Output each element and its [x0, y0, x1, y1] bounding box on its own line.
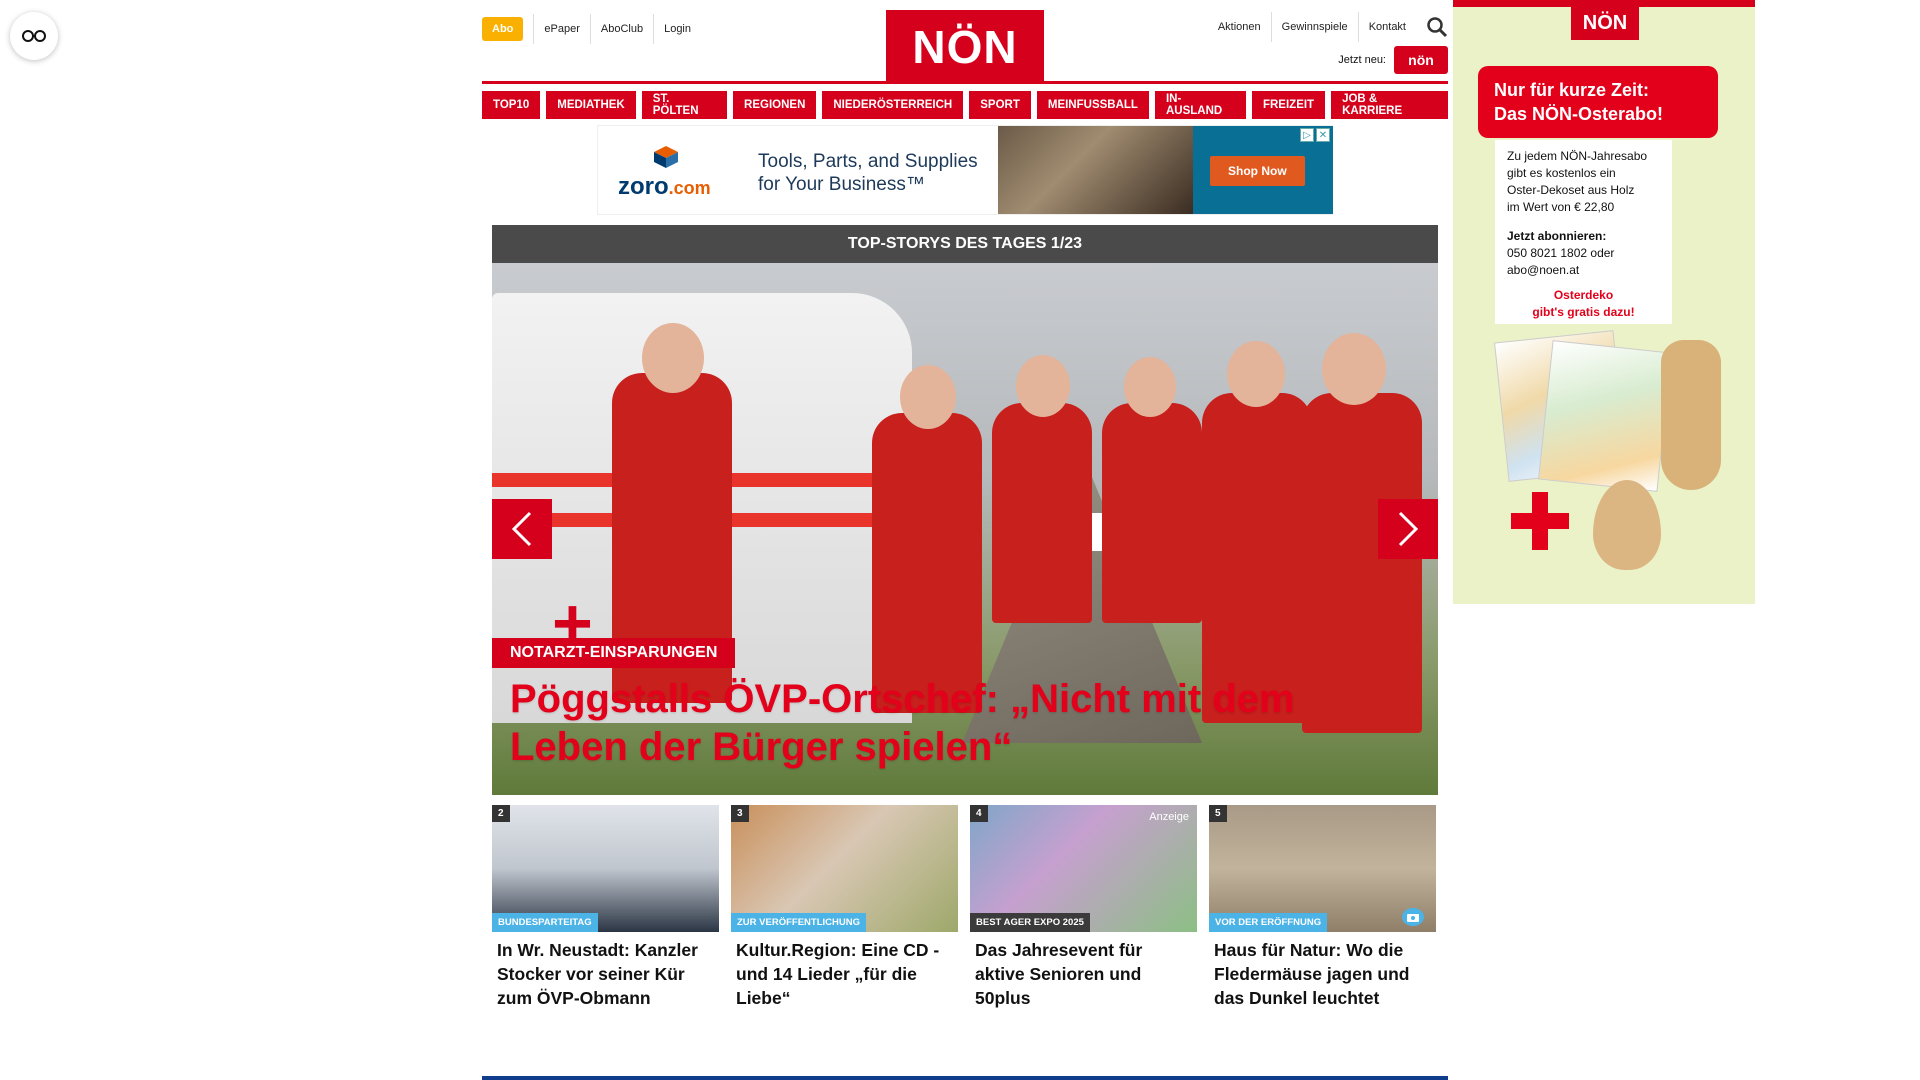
side-ad-phone: 050 8021 1802 oder — [1507, 246, 1615, 260]
magazine-image — [1538, 340, 1672, 492]
nav-item-st-poelten[interactable]: ST. PÖLTEN — [641, 91, 728, 119]
side-ad-osterabo[interactable]: NÖN Nur für kurze Zeit: Das NÖN-Osterabo… — [1453, 0, 1755, 604]
ad-choices[interactable]: ▷ ✕ — [1300, 128, 1330, 142]
teaser-card[interactable]: 4 Anzeige BEST AGER EXPO 2025 Das Jahres… — [970, 805, 1197, 1010]
shop-now-button[interactable]: Shop Now — [1210, 156, 1305, 186]
carousel-prev-button[interactable] — [492, 499, 552, 559]
side-ad-promo-2: gibt's gratis dazu! — [1532, 305, 1635, 319]
teaser-image: 3 ZUR VERÖFFENTLICHUNG — [731, 805, 958, 932]
chevron-right-icon — [1398, 511, 1419, 547]
jetzt-neu: Jetzt neu: nön — [1338, 46, 1448, 74]
teaser-image: 5 VOR DER ERÖFFNUNG — [1209, 805, 1436, 932]
teaser-card[interactable]: 3 ZUR VERÖFFENTLICHUNG Kultur.Region: Ei… — [731, 805, 958, 1010]
gewinnspiele-link[interactable]: Gewinnspiele — [1270, 12, 1358, 42]
hero-story[interactable]: + NOTARZT-EINSPARUNGEN Pöggstalls ÖVP-Or… — [492, 263, 1438, 795]
ad-photo — [998, 126, 1193, 214]
red-cross-icon — [1511, 492, 1569, 550]
nav-item-top10[interactable]: TOP10 — [482, 91, 541, 119]
ad-tagline-1: Tools, Parts, and Supplies — [758, 151, 978, 172]
wooden-bunny-image — [1661, 340, 1721, 490]
epaper-link[interactable]: ePaper — [533, 14, 589, 44]
teaser-title[interactable]: In Wr. Neustadt: Kanzler Stocker vor sei… — [492, 932, 719, 1010]
ad-tagline-2: for Your Business™ — [758, 174, 925, 195]
anzeige-label: Anzeige — [1149, 811, 1189, 823]
side-ad-headline-2: Das NÖN-Osterabo! — [1494, 104, 1664, 124]
nav-item-in-ausland[interactable]: IN-AUSLAND — [1154, 91, 1246, 119]
teaser-title[interactable]: Haus für Natur: Wo die Fledermäuse jagen… — [1209, 932, 1436, 1010]
teaser-title[interactable]: Das Jahresevent für aktive Senioren und … — [970, 932, 1197, 1010]
nav-item-meinfussball[interactable]: MEINFUSSBALL — [1036, 91, 1149, 119]
chevron-left-icon — [511, 511, 532, 547]
nav-item-freizeit[interactable]: FREIZEIT — [1251, 91, 1326, 119]
site-logo[interactable]: NÖN — [886, 10, 1044, 84]
zoro-logo: zoro.com — [618, 146, 711, 201]
ad-banner[interactable]: zoro.com Tools, Parts, and Supplies for … — [597, 125, 1333, 215]
hero-title[interactable]: Pöggstalls ÖVP-Ortschef: „Nicht mit dem … — [510, 675, 1398, 771]
zoro-brand: zoro — [618, 173, 669, 200]
side-ad-body-2: gibt es kostenlos ein — [1507, 166, 1616, 180]
close-icon[interactable]: ✕ — [1316, 128, 1330, 142]
side-ad-body-3: Oster-Dekoset aus Holz — [1507, 183, 1635, 197]
side-ad-headline-1: Nur für kurze Zeit: — [1494, 80, 1650, 100]
teaser-number: 5 — [1209, 805, 1227, 822]
kontakt-link[interactable]: Kontakt — [1357, 12, 1416, 42]
aktionen-link[interactable]: Aktionen — [1208, 12, 1271, 42]
login-link[interactable]: Login — [653, 14, 701, 44]
teaser-image: 4 Anzeige BEST AGER EXPO 2025 — [970, 805, 1197, 932]
aboclub-link[interactable]: AboClub — [589, 14, 653, 44]
side-ad-email[interactable]: abo@noen.at — [1507, 262, 1660, 279]
side-ad-cta-title: Jetzt abonnieren: — [1507, 229, 1607, 243]
side-ad-body-4: im Wert von € 22,80 — [1507, 200, 1615, 214]
site-header: Abo ePaper AboClub Login NÖN Aktionen Ge… — [482, 0, 1448, 84]
carousel-next-button[interactable] — [1378, 499, 1438, 559]
side-ad-card: Zu jedem NÖN-Jahresabo gibt es kostenlos… — [1495, 140, 1672, 324]
teaser-number: 2 — [492, 805, 510, 822]
hero-kicker: NOTARZT-EINSPARUNGEN — [492, 638, 736, 668]
glasses-icon — [22, 30, 46, 42]
side-ad-headline: Nur für kurze Zeit: Das NÖN-Osterabo! — [1478, 66, 1718, 138]
teaser-badge: VOR DER ERÖFFNUNG — [1209, 913, 1328, 932]
jetzt-neu-label: Jetzt neu: — [1338, 54, 1386, 66]
teaser-row: 2 BUNDESPARTEITAG In Wr. Neustadt: Kanzl… — [492, 805, 1438, 1010]
abo-button[interactable]: Abo — [482, 17, 524, 41]
teaser-number: 4 — [970, 805, 988, 822]
nav-item-job-karriere[interactable]: JOB & KARRIERE — [1331, 91, 1448, 119]
side-ad-body-1: Zu jedem NÖN-Jahresabo — [1507, 149, 1648, 163]
teaser-image: 2 BUNDESPARTEITAG — [492, 805, 719, 932]
teaser-card[interactable]: 2 BUNDESPARTEITAG In Wr. Neustadt: Kanzl… — [492, 805, 719, 1010]
header-right-links: Aktionen Gewinnspiele Kontakt — [1208, 12, 1448, 42]
side-ad-logo: NÖN — [1571, 6, 1639, 40]
adchoices-icon[interactable]: ▷ — [1300, 128, 1314, 142]
ad-tagline: Tools, Parts, and Supplies for Your Busi… — [758, 150, 978, 196]
reader-mode-button[interactable] — [10, 12, 58, 60]
nav-item-regionen[interactable]: REGIONEN — [733, 91, 817, 119]
nav-item-niederoesterreich[interactable]: NIEDERÖSTERREICH — [822, 91, 964, 119]
camera-icon — [1402, 908, 1424, 926]
teaser-badge: BUNDESPARTEITAG — [492, 913, 598, 932]
teaser-number: 3 — [731, 805, 749, 822]
top-stories: TOP-STORYS DES TAGES 1/23 + NOTARZT-EINS… — [492, 225, 1438, 1010]
teaser-badge: BEST AGER EXPO 2025 — [970, 913, 1090, 932]
nav-item-sport[interactable]: SPORT — [969, 91, 1031, 119]
side-ad-promo-1: Osterdeko — [1553, 288, 1614, 302]
top-stories-header: TOP-STORYS DES TAGES 1/23 — [492, 225, 1438, 263]
sub-brand-logo[interactable]: nön — [1394, 46, 1448, 74]
zoro-cube-icon — [654, 146, 678, 168]
header-left-links: Abo ePaper AboClub Login — [482, 14, 701, 44]
wooden-egg-image — [1593, 480, 1661, 570]
bottom-bar — [482, 1076, 1448, 1080]
main-column: Abo ePaper AboClub Login NÖN Aktionen Ge… — [482, 0, 1448, 1080]
nav-item-mediathek[interactable]: MEDIATHEK — [546, 91, 636, 119]
main-nav: TOP10 MEDIATHEK ST. PÖLTEN REGIONEN NIED… — [482, 91, 1448, 119]
zoro-suffix: .com — [668, 178, 711, 198]
teaser-badge: ZUR VERÖFFENTLICHUNG — [731, 913, 866, 932]
teaser-card[interactable]: 5 VOR DER ERÖFFNUNG Haus für Natur: Wo d… — [1209, 805, 1436, 1010]
teaser-title[interactable]: Kultur.Region: Eine CD - und 14 Lieder „… — [731, 932, 958, 1010]
search-icon[interactable] — [1426, 16, 1448, 38]
